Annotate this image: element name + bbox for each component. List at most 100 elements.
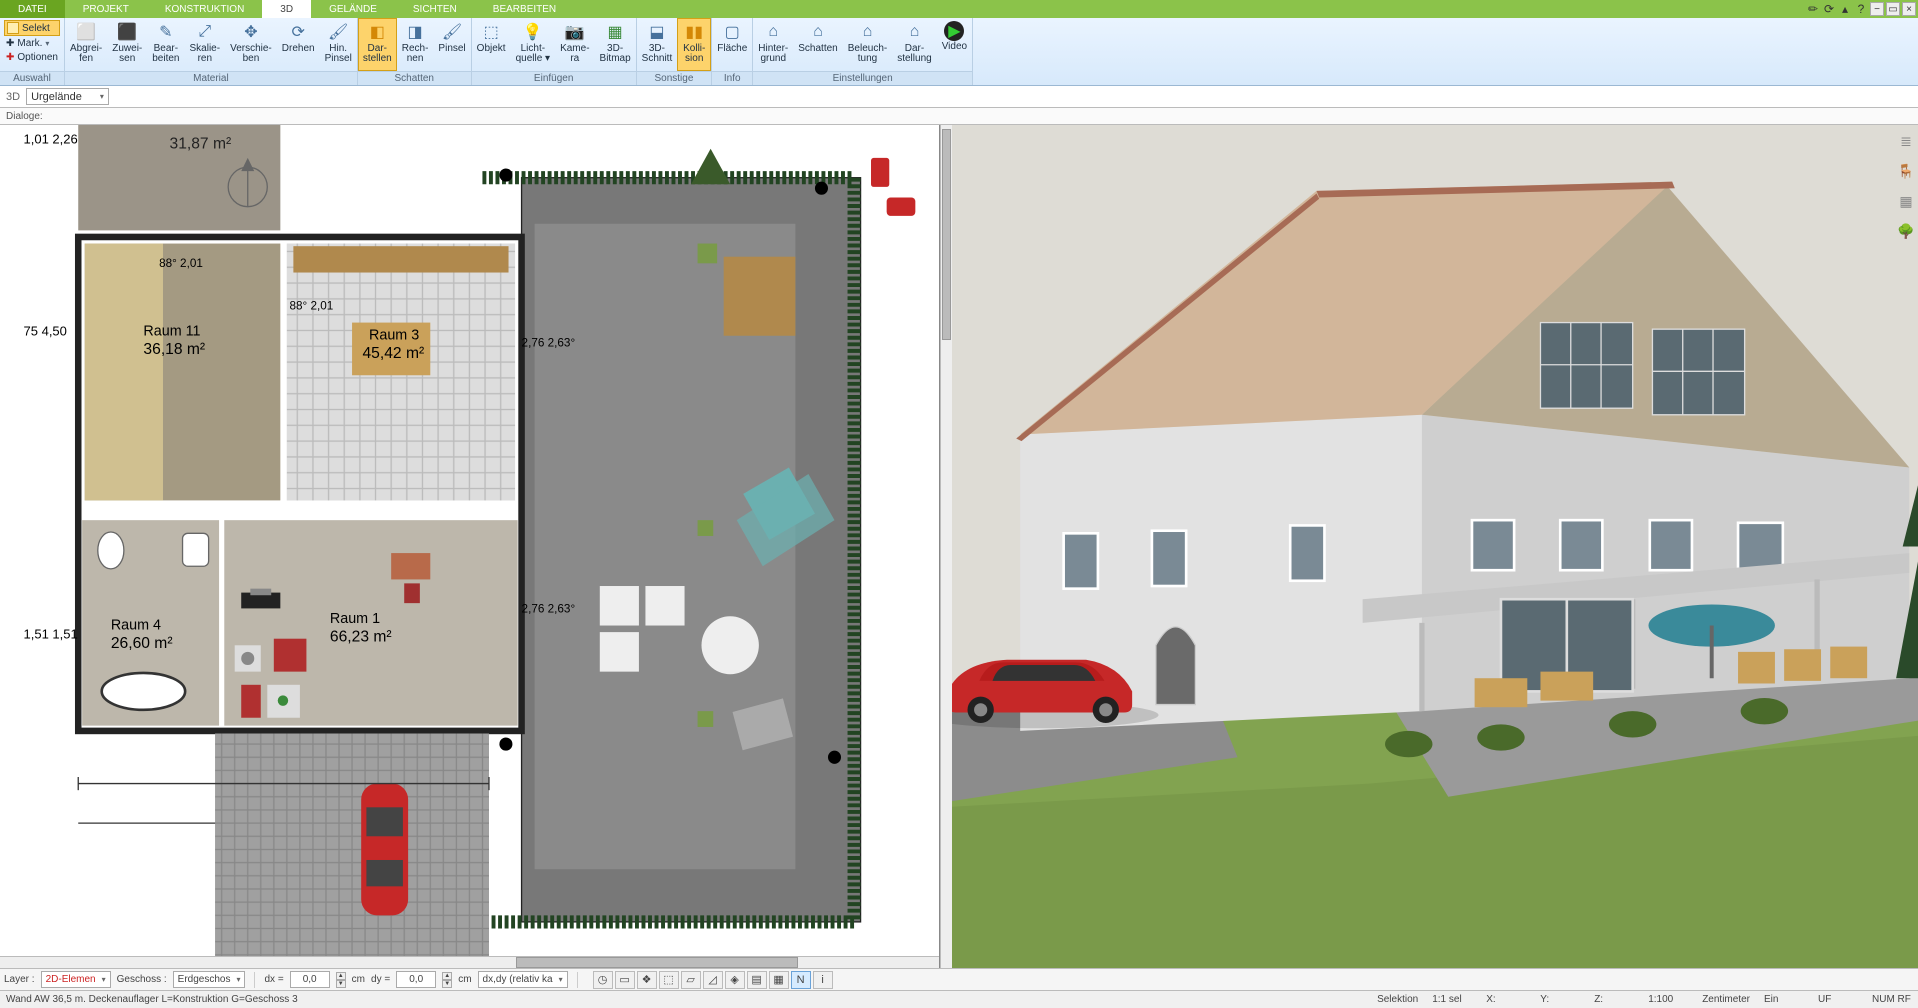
ribbon: Selekt ✚Mark.▾ ✚Optionen Auswahl ⬜Abgrei… (0, 18, 1918, 86)
abgreifen-button[interactable]: ⬜Abgrei- fen (65, 18, 107, 71)
3d-render-pane[interactable]: ≣ 🪑 ▦ 🌳 (952, 125, 1918, 968)
help-icon[interactable]: ? (1854, 2, 1868, 16)
tool-screen-icon[interactable]: ▭ (615, 971, 635, 989)
window-minimize-button[interactable]: − (1870, 2, 1884, 16)
dy-input[interactable]: 0,0 (396, 971, 436, 988)
layers-icon[interactable]: ≣ (1896, 131, 1916, 151)
lichtquelle-button[interactable]: 💡Licht- quelle ▾ (511, 18, 556, 71)
pinsel-button[interactable]: 🖌Pinsel (433, 18, 470, 71)
bearbeiten-button[interactable]: ✎Bear- beiten (147, 18, 184, 71)
window-close-button[interactable]: × (1902, 2, 1916, 16)
rechnen-button[interactable]: ◨Rech- nen (397, 18, 434, 71)
layer-label: Layer : (4, 974, 35, 985)
brush-icon: 🖌 (327, 21, 349, 43)
section-icon: ⬓ (646, 21, 668, 43)
marker-icon: ✚ (6, 38, 14, 49)
svg-text:Raum 1: Raum 1 (330, 611, 380, 627)
group-label-auswahl: Auswahl (0, 71, 64, 85)
dy-up[interactable]: ▲ (442, 972, 452, 980)
bitmap-icon: ▦ (604, 21, 626, 43)
dx-input[interactable]: 0,0 (290, 971, 330, 988)
skalieren-button[interactable]: ⤢Skalie- ren (185, 18, 226, 71)
tab-gelaende[interactable]: GELÄNDE (311, 0, 395, 18)
group-label-material: Material (65, 71, 357, 85)
darstellen-button[interactable]: ◧Dar- stellen (358, 18, 397, 71)
dx-down[interactable]: ▼ (336, 980, 346, 988)
view-combo[interactable]: Urgelände▾ (26, 88, 109, 105)
tab-bearbeiten[interactable]: BEARBEITEN (475, 0, 574, 18)
tool-hatch-icon[interactable]: ▤ (747, 971, 767, 989)
window-restore-button[interactable]: ▭ (1886, 2, 1900, 16)
tab-sichten[interactable]: SICHTEN (395, 0, 475, 18)
dialog-bar: Dialoge: (0, 108, 1918, 125)
chair-icon[interactable]: 🪑 (1896, 161, 1916, 181)
dy-down[interactable]: ▼ (442, 980, 452, 988)
main-tabstrip: DATEI PROJEKT KONSTRUKTION 3D GELÄNDE SI… (0, 0, 1918, 18)
tool-clock-icon[interactable]: ◷ (593, 971, 613, 989)
selekt-button[interactable]: Selekt (4, 20, 60, 36)
edit-icon: ✎ (155, 21, 177, 43)
svg-text:Raum 3: Raum 3 (369, 328, 419, 344)
layer-combo[interactable]: 2D-Elemen▾ (41, 971, 111, 988)
dx-up[interactable]: ▲ (336, 972, 346, 980)
tool-snap-icon[interactable]: ◈ (725, 971, 745, 989)
plus-icon: ✚ (6, 52, 14, 63)
move-icon: ✥ (240, 21, 262, 43)
zuweisen-button[interactable]: ⬛Zuwei- sen (107, 18, 147, 71)
sync-icon[interactable]: ⟳ (1822, 2, 1836, 16)
pin-icon[interactable]: ✏ (1806, 2, 1820, 16)
svg-text:2,76 2,63°: 2,76 2,63° (522, 336, 576, 349)
status-bar: Wand AW 36,5 m. Deckenauflager L=Konstru… (0, 990, 1918, 1008)
tool-grid-icon[interactable]: ▦ (769, 971, 789, 989)
tool-measure-icon[interactable]: ▱ (681, 971, 701, 989)
hintergrund-button[interactable]: ⌂Hinter- grund (753, 18, 793, 71)
svg-text:31,87 m²: 31,87 m² (170, 136, 232, 153)
verschieben-button[interactable]: ✥Verschie- ben (225, 18, 277, 71)
status-selektion: Selektion (1377, 994, 1418, 1005)
camera-icon: 📷 (564, 21, 586, 43)
tab-projekt[interactable]: PROJEKT (65, 0, 147, 18)
tree-icon[interactable]: 🌳 (1896, 221, 1916, 241)
drehen-button[interactable]: ⟳Drehen (277, 18, 320, 71)
3dschnitt-button[interactable]: ⬓3D- Schnitt (637, 18, 678, 71)
svg-text:Raum 4: Raum 4 (111, 617, 161, 633)
beleuchtung-button[interactable]: ⌂Beleuch- tung (843, 18, 892, 71)
geschoss-combo[interactable]: Erdgeschos▾ (173, 971, 246, 988)
darstellung-button[interactable]: ⌂Dar- stellung (892, 18, 936, 71)
geschoss-label: Geschoss : (117, 974, 167, 985)
dx-label: dx = (264, 974, 283, 985)
workspace: 31,87 m² Raum 11 36,18 m² Raum 3 45,42 m… (0, 125, 1918, 968)
assign-icon: ⬛ (116, 21, 138, 43)
bottom-control-bar: Layer : 2D-Elemen▾ Geschoss : Erdgeschos… (0, 968, 1918, 990)
2d-hscrollbar[interactable] (0, 956, 939, 968)
view-label: 3D (6, 91, 20, 103)
tool-north-icon[interactable]: N (791, 971, 811, 989)
hinpinsel-button[interactable]: 🖌Hin. Pinsel (320, 18, 357, 71)
tool-angle-icon[interactable]: ◿ (703, 971, 723, 989)
2d-plan-pane[interactable]: 31,87 m² Raum 11 36,18 m² Raum 3 45,42 m… (0, 125, 940, 968)
palette-icon[interactable]: ▦ (1896, 191, 1916, 211)
video-button[interactable]: ▶Video (937, 18, 972, 71)
tab-3d[interactable]: 3D (262, 0, 311, 18)
tab-datei[interactable]: DATEI (0, 0, 65, 18)
flag-icon[interactable]: ▴ (1838, 2, 1852, 16)
kollision-button[interactable]: ▮▮Kolli- sion (677, 18, 711, 71)
tool-info-icon[interactable]: i (813, 971, 833, 989)
3dbitmap-button[interactable]: ▦3D- Bitmap (595, 18, 636, 71)
coordmode-combo[interactable]: dx,dy (relativ ka▾ (478, 971, 568, 988)
svg-text:75 4,50: 75 4,50 (23, 324, 66, 339)
mark-dropdown[interactable]: ✚Mark.▾ (4, 37, 60, 50)
status-z: Z: (1594, 994, 1634, 1005)
flaeche-button[interactable]: ▢Fläche (712, 18, 752, 71)
eyedropper-icon: ⬜ (75, 21, 97, 43)
schatten-set-button[interactable]: ⌂Schatten (793, 18, 842, 71)
objekt-button[interactable]: ⬚Objekt (472, 18, 511, 71)
2d-vscrollbar[interactable] (940, 125, 952, 968)
kamera-button[interactable]: 📷Kame- ra (555, 18, 594, 71)
optionen-button[interactable]: ✚Optionen (4, 51, 60, 64)
calc-icon: ◨ (404, 21, 426, 43)
tab-konstruktion[interactable]: KONSTRUKTION (147, 0, 262, 18)
svg-text:88° 2,01: 88° 2,01 (289, 299, 333, 312)
tool-select-icon[interactable]: ⬚ (659, 971, 679, 989)
tool-layers-icon[interactable]: ❖ (637, 971, 657, 989)
